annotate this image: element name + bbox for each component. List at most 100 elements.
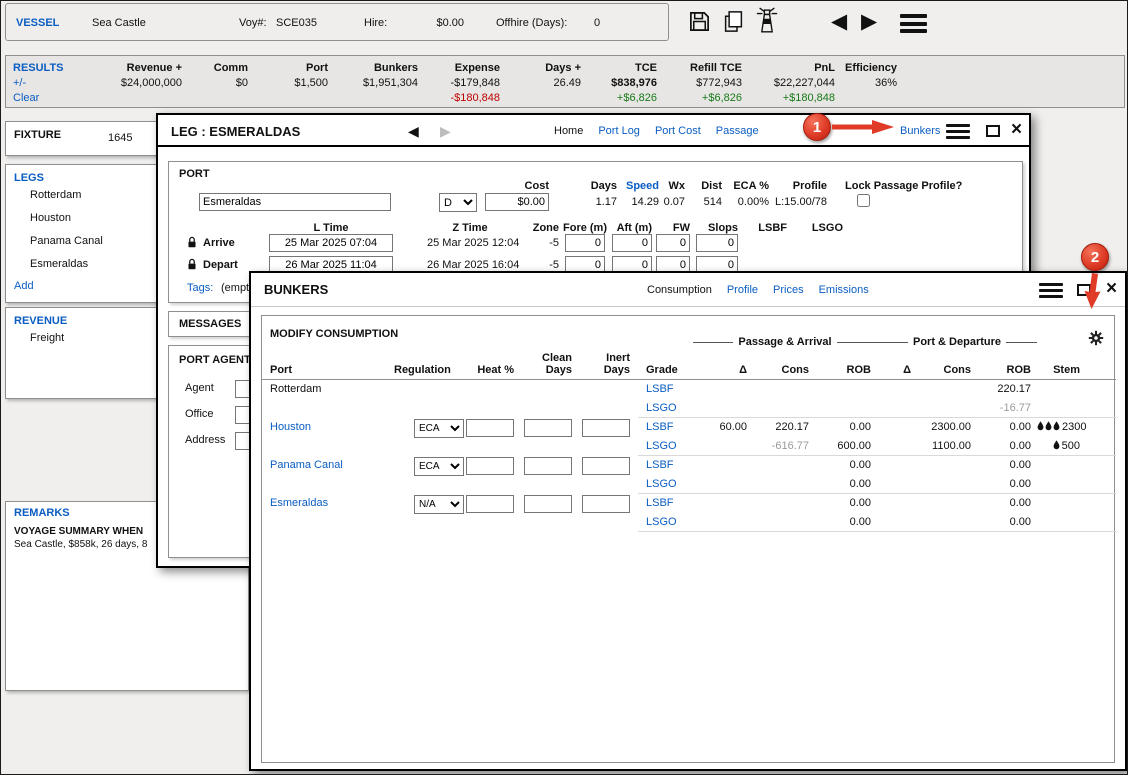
- grade-label-lsgo[interactable]: LSGO: [638, 437, 693, 456]
- regulation-select[interactable]: ECA: [414, 457, 464, 476]
- bunkers-close-icon[interactable]: ×: [1106, 278, 1117, 300]
- tab-consumption[interactable]: Consumption: [647, 284, 712, 296]
- tab-port-cost[interactable]: Port Cost: [655, 125, 701, 137]
- results-value: $838,976: [585, 76, 657, 91]
- grade-label-lsbf[interactable]: LSBF: [638, 456, 693, 475]
- inert-days-input[interactable]: [582, 419, 630, 437]
- forward-arrow-icon[interactable]: ▶: [861, 10, 877, 34]
- cell-pa-rob: 0.00: [815, 456, 877, 475]
- results-plus-minus-link[interactable]: +/-: [13, 76, 118, 91]
- bunkers-port-esmeraldas[interactable]: Esmeraldas: [262, 494, 374, 532]
- modify-consumption-title: MODIFY CONSUMPTION: [270, 328, 398, 340]
- tab-passage[interactable]: Passage: [716, 125, 759, 137]
- cost-header: Cost: [499, 180, 549, 192]
- grade-label-lsbf[interactable]: LSBF: [638, 418, 693, 437]
- inert-days-input[interactable]: [582, 495, 630, 513]
- tab-prices[interactable]: Prices: [773, 284, 804, 296]
- save-icon[interactable]: [688, 10, 711, 36]
- arrive-slops-input[interactable]: [696, 234, 738, 252]
- lsgo-header: LSGO: [803, 222, 843, 234]
- grade-label-lsgo[interactable]: LSGO: [638, 513, 693, 532]
- arrive-fw-input[interactable]: [656, 234, 690, 252]
- tab-port-log[interactable]: Port Log: [598, 125, 640, 137]
- bunkers-port-houston[interactable]: Houston: [262, 418, 374, 456]
- tab-bunkers[interactable]: Bunkers: [900, 125, 940, 137]
- bunkers-row-rotterdam-lsbf: RotterdamLSBF220.17: [262, 380, 1116, 399]
- results-delta: +$6,826: [661, 91, 742, 106]
- bunkers-menu-icon[interactable]: [1039, 283, 1063, 298]
- results-header: Bunkers: [332, 61, 418, 76]
- inert-days-input[interactable]: [582, 457, 630, 475]
- grade-label-lsgo[interactable]: LSGO: [638, 399, 693, 418]
- bunkers-port-panama-canal[interactable]: Panama Canal: [262, 456, 374, 494]
- bunkers-row-panama-canal-lsbf: Panama CanalECALSBF0.000.00: [262, 456, 1116, 475]
- leg-maximize-icon[interactable]: [986, 125, 1000, 137]
- clean-days-input[interactable]: [524, 457, 572, 475]
- arrive-ltime-input[interactable]: [269, 234, 393, 252]
- topbar: VESSEL Sea Castle Voy#: SCE035 Hire: $0.…: [1, 1, 1128, 47]
- grade-label-lsbf[interactable]: LSBF: [638, 494, 693, 513]
- grade-label-lsgo[interactable]: LSGO: [638, 475, 693, 494]
- offhire-value: 0: [594, 17, 600, 29]
- tags-label[interactable]: Tags:: [187, 282, 213, 294]
- heat-input[interactable]: [466, 457, 514, 475]
- regulation-select[interactable]: N/A: [414, 495, 464, 514]
- l-time-header: L Time: [269, 222, 393, 234]
- menu-icon[interactable]: [900, 14, 927, 33]
- copy-icon[interactable]: [723, 10, 744, 36]
- bunkers-port-rotterdam: Rotterdam: [262, 380, 374, 418]
- cell-pa-rob: 0.00: [815, 475, 877, 494]
- lock-passage-profile-checkbox[interactable]: [857, 194, 870, 207]
- cell-pa-rob: [815, 380, 877, 399]
- tab-home[interactable]: Home: [554, 125, 583, 137]
- cell-pd-cons: [917, 513, 977, 532]
- prev-leg-arrow-icon[interactable]: ◀: [408, 123, 419, 140]
- passage-arrival-group-header: Passage & Arrival: [693, 336, 877, 348]
- results-label[interactable]: RESULTS: [13, 61, 118, 76]
- lighthouse-icon[interactable]: [754, 5, 780, 39]
- clean-days-input[interactable]: [524, 419, 572, 437]
- port-name-input[interactable]: [199, 193, 391, 211]
- cell-pd-cons: [917, 494, 977, 513]
- col-stem: Stem: [1037, 352, 1116, 380]
- arrive-fore-input[interactable]: [565, 234, 605, 252]
- gear-icon[interactable]: [1088, 330, 1104, 349]
- cell-pa-cons: [753, 494, 815, 513]
- cell-pd-cons: 2300.00: [917, 418, 977, 437]
- heat-input[interactable]: [466, 419, 514, 437]
- regulation-select[interactable]: ECA: [414, 419, 464, 438]
- col-pa-rob: ROB: [815, 352, 877, 380]
- stem-cell: [1037, 494, 1116, 513]
- arrive-aft-input[interactable]: [612, 234, 652, 252]
- cost-input[interactable]: [485, 193, 549, 211]
- tab-profile[interactable]: Profile: [727, 284, 758, 296]
- cell-pa-delta: [693, 475, 753, 494]
- port-panel-title: PORT: [179, 168, 210, 180]
- clean-days-cell: [522, 494, 580, 532]
- leg-menu-icon[interactable]: [946, 124, 970, 139]
- leg-window-titlebar[interactable]: LEG : ESMERALDAS ◀ ▶ HomePort LogPort Co…: [158, 115, 1029, 147]
- tab-emissions[interactable]: Emissions: [819, 284, 869, 296]
- cell-pd-cons: [917, 475, 977, 494]
- port-agent-title: PORT AGENT: [179, 354, 251, 366]
- cell-pd-rob: 0.00: [977, 437, 1037, 456]
- heat-input[interactable]: [466, 495, 514, 513]
- z-time-header: Z Time: [415, 222, 525, 234]
- grade-label-lsbf[interactable]: LSBF: [638, 380, 693, 399]
- stem-cell: [1037, 399, 1116, 418]
- results-column-days: Days +26.49: [504, 61, 585, 107]
- dist-header: Dist: [684, 180, 722, 192]
- leg-close-icon[interactable]: ×: [1011, 119, 1022, 141]
- cell-pa-delta: [693, 494, 753, 513]
- results-header: Expense: [422, 61, 500, 76]
- port-type-select[interactable]: D: [439, 193, 477, 212]
- next-leg-arrow-icon: ▶: [440, 123, 451, 140]
- results-header: Comm: [186, 61, 248, 76]
- results-clear-link[interactable]: Clear: [13, 91, 118, 106]
- bunkers-window-titlebar[interactable]: BUNKERS ConsumptionProfilePricesEmission…: [251, 273, 1125, 307]
- clean-days-input[interactable]: [524, 495, 572, 513]
- regulation-cell: ECA: [374, 418, 464, 456]
- cell-pd-cons: [917, 456, 977, 475]
- back-arrow-icon[interactable]: ◀: [831, 10, 847, 34]
- cell-pd-delta: [877, 437, 917, 456]
